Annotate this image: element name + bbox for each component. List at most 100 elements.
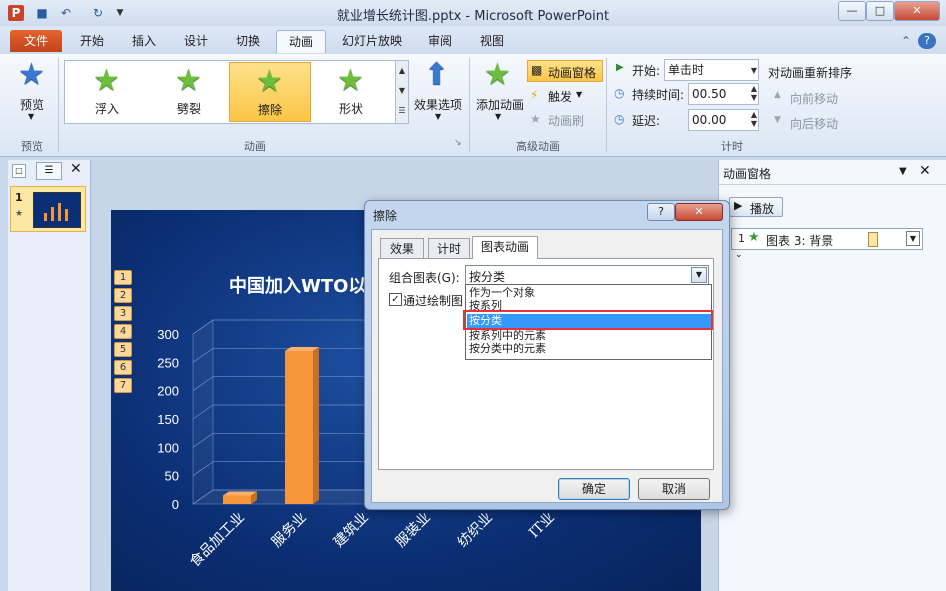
title-bar: P ■ ↶ ↻ ▼ 就业增长统计图.pptx - Microsoft Power… [0,0,946,26]
animation-tag-6[interactable]: 6 [114,360,132,375]
tab-view[interactable]: 视图 [470,30,514,52]
preview-dropdown-icon[interactable]: ▼ [28,112,34,121]
trigger-button[interactable]: 触发 [548,88,572,105]
dialog-help-button[interactable]: ? [647,203,675,221]
select-dropdown-icon[interactable]: ▼ [691,267,707,283]
effect-options-dropdown-icon[interactable]: ▼ [435,112,441,121]
tab-home[interactable]: 开始 [70,30,114,52]
dialog-launcher-icon[interactable]: ↘ [454,138,462,148]
group-chart-select[interactable]: 按分类 ▼ [465,265,709,285]
effect-options-icon: ⬆ [424,57,450,92]
minimize-button[interactable]: — [838,1,866,21]
start-dropdown-icon[interactable]: ▼ [751,66,757,75]
tab-effect[interactable]: 效果 [380,238,424,259]
tab-timing[interactable]: 计时 [428,238,470,259]
close-pane-icon[interactable]: ✕ [70,161,82,177]
animation-tag-1[interactable]: 1 [114,270,132,285]
pane-close-icon[interactable]: ✕ [919,163,931,179]
option-by-element-in-category[interactable]: 按分类中的元素 [467,342,711,356]
gallery-item-label: 浮入 [95,102,120,116]
thumbnail-preview [33,192,81,228]
preview-button[interactable]: 预览 [20,96,44,113]
draw-background-checkbox[interactable]: ✓ [389,293,402,306]
dialog-close-button[interactable]: ✕ [675,203,723,221]
tab-slideshow[interactable]: 幻灯片放映 [334,30,410,52]
gallery-item-shape[interactable]: ★ 形状 [311,62,391,120]
slides-tab-icon[interactable]: □ [12,164,26,178]
effect-options-button[interactable]: 效果选项 [414,96,462,113]
close-button[interactable]: ✕ [894,1,940,21]
tab-chart-animation[interactable]: 图表动画 [472,236,538,259]
tab-review[interactable]: 审阅 [418,30,462,52]
item-dropdown-icon[interactable]: ▼ [906,231,920,246]
help-icon[interactable]: ? [918,33,936,49]
tab-design[interactable]: 设计 [174,30,218,52]
animation-tag-3[interactable]: 3 [114,306,132,321]
delay-value: 00.00 [692,113,727,127]
maximize-button[interactable]: □ [866,1,894,21]
outline-tab-icon[interactable]: ☰ [36,162,62,180]
timeline-bar [868,232,878,247]
option-as-one-object[interactable]: 作为一个对象 [467,286,711,300]
animation-pane-icon: ▩ [531,63,543,77]
animation-gallery: ★ 浮入 ★ 劈裂 ★ 擦除 ★ 形状 [64,60,396,124]
bar [285,351,313,504]
animation-list-item[interactable]: 1 ★ 图表 3: 背景 ▼ [731,228,923,250]
ok-button[interactable]: 确定 [558,478,630,500]
ribbon: ★ 预览 ▼ 预览 ★ 浮入 ★ 劈裂 ★ 擦除 ★ 形状 ▲ ▼ ☰ ⬆ 效果选项… [0,54,946,157]
y-tick-label: 300 [157,327,179,342]
animation-group-label: 动画 [244,140,266,153]
x-tick-label: 建筑业 [331,510,372,551]
cancel-button[interactable]: 取消 [638,478,710,500]
animation-pane-button[interactable]: ▩ 动画窗格 [527,60,603,82]
preview-group-label: 预览 [21,140,43,153]
animation-tag-4[interactable]: 4 [114,324,132,339]
bar-side [313,347,319,504]
y-tick-label: 100 [157,440,179,455]
separator [606,58,607,152]
delay-label: 延迟: [632,114,661,128]
tab-animations[interactable]: 动画 [276,30,326,53]
move-later-button[interactable]: 向后移动 [790,115,838,132]
add-animation-button[interactable]: 添加动画 [476,96,524,113]
slide-thumbnail[interactable]: 1 ★ [10,186,86,232]
delay-input[interactable]: 00.00 ▲ ▼ [688,109,759,131]
star-icon: ★ [256,64,283,99]
wipe-effect-dialog: 擦除 ? ✕ 效果 计时 图表动画 组合图表(G): 按分类 ▼ ✓ 通过绘制图… [364,200,730,510]
option-by-element-in-series[interactable]: 按系列中的元素 [467,329,711,343]
collapse-ribbon-icon[interactable]: ⌃ [898,30,914,52]
x-tick-label: IT业 [526,510,558,542]
tab-file[interactable]: 文件 [10,30,62,52]
animation-tag-2[interactable]: 2 [114,288,132,303]
ribbon-tabs: 文件 开始 插入 设计 切换 动画 幻灯片放映 审阅 视图 ⌃ ? [0,26,946,54]
gallery-item-wipe[interactable]: ★ 擦除 [229,62,311,122]
move-earlier-button[interactable]: 向前移动 [790,90,838,107]
add-animation-dropdown-icon[interactable]: ▼ [495,112,501,121]
tab-transitions[interactable]: 切换 [226,30,270,52]
animation-marker-icon: ★ [15,209,24,219]
duration-input[interactable]: 00.50 ▲ ▼ [688,83,759,105]
gallery-item-split[interactable]: ★ 劈裂 [149,62,229,120]
advanced-group-label: 高级动画 [516,140,560,153]
group-chart-value: 按分类 [469,270,506,284]
start-select[interactable]: 单击时 ▼ [664,59,759,81]
expand-icon[interactable]: ⌄ [735,250,743,260]
animation-tag-5[interactable]: 5 [114,342,132,357]
trigger-dropdown-icon[interactable]: ▼ [576,90,582,99]
play-label: 播放 [750,202,775,216]
group-chart-label: 组合图表(G): [389,271,460,285]
pane-menu-icon[interactable]: ▼ [899,166,907,177]
tab-insert[interactable]: 插入 [122,30,166,52]
delay-spinner-icon[interactable]: ▲ ▼ [751,110,757,128]
duration-spinner-icon[interactable]: ▲ ▼ [751,84,757,102]
animation-painter-button[interactable]: 动画刷 [548,112,584,129]
play-button[interactable]: ▶ 播放 [729,197,783,217]
delay-icon: ◷ [614,112,625,126]
highlight-box [463,310,713,330]
star-icon: ★ [175,63,202,98]
gallery-item-float-in[interactable]: ★ 浮入 [67,62,147,120]
gallery-scroll[interactable]: ▲ ▼ ☰ [395,60,409,124]
animation-tag-7[interactable]: 7 [114,378,132,393]
start-icon: ▶ [616,62,624,73]
thumb-bar [51,207,54,221]
